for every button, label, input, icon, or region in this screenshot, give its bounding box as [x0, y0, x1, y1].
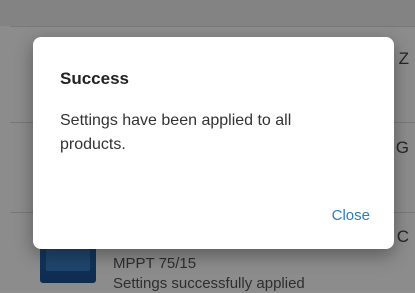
success-dialog: Success Settings have been applied to al… [33, 37, 394, 249]
dialog-message: Settings have been applied to all produc… [60, 112, 292, 153]
dialog-title: Success [60, 69, 129, 88]
close-button[interactable]: Close [332, 207, 370, 224]
